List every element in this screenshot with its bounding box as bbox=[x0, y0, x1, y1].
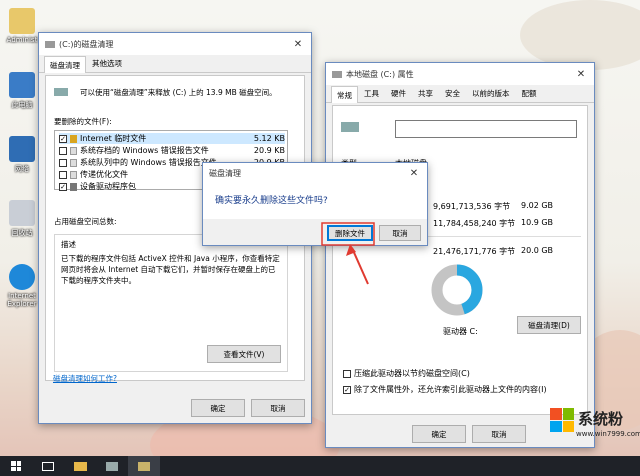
arrow-shaft bbox=[351, 247, 369, 285]
windows-start-icon bbox=[11, 461, 21, 471]
annotation-arrow bbox=[321, 222, 375, 285]
watermark-brand: 系统粉 bbox=[578, 410, 624, 428]
disk-icon bbox=[138, 461, 150, 471]
folder-icon bbox=[73, 461, 87, 471]
taskbar-explorer[interactable] bbox=[64, 456, 96, 476]
watermark: 系统粉 www.win7999.com bbox=[548, 404, 640, 444]
start-button[interactable] bbox=[0, 456, 32, 476]
taskbar bbox=[0, 456, 640, 476]
taskbar-properties[interactable] bbox=[128, 456, 160, 476]
windows-logo-icon bbox=[550, 408, 574, 432]
task-view-button[interactable] bbox=[32, 456, 64, 476]
task-view-icon bbox=[42, 461, 54, 471]
cleanup-icon bbox=[106, 461, 118, 471]
watermark-url: www.win7999.com bbox=[576, 430, 640, 438]
highlight-box bbox=[321, 222, 375, 246]
taskbar-cleanup[interactable] bbox=[96, 456, 128, 476]
